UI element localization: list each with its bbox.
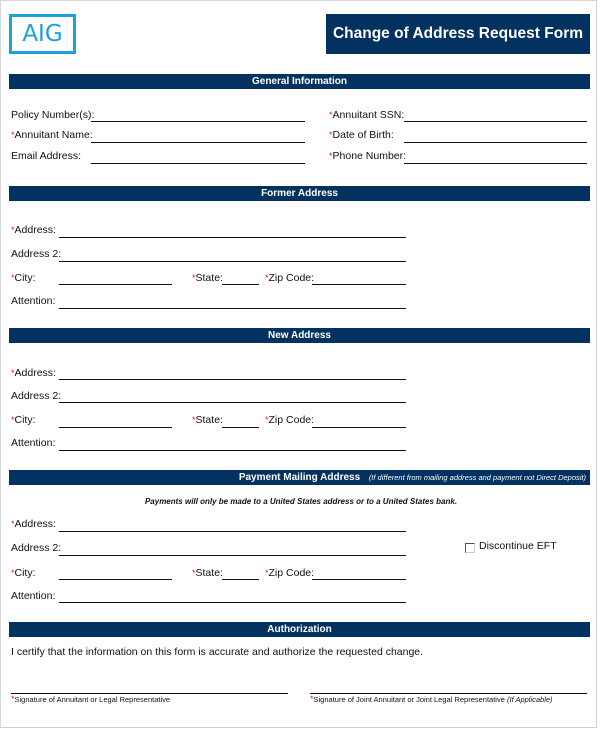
signature-joint-annuitant-label: *Signature of Joint Annuitant or Joint L…: [310, 694, 553, 704]
payment-notice: Payments will only be made to a United S…: [144, 497, 458, 506]
form-title: Change of Address Request Form: [326, 14, 590, 54]
payment-address-field[interactable]: [59, 531, 406, 532]
former-address-field[interactable]: [59, 237, 406, 238]
new-city-label: *City:: [11, 414, 36, 426]
former-city-label: *City:: [11, 272, 36, 284]
former-zip-label: *Zip Code:: [265, 272, 315, 284]
payment-address2-label: Address 2:: [11, 542, 62, 554]
former-zip-field[interactable]: [312, 284, 406, 285]
discontinue-eft-checkbox[interactable]: [465, 543, 475, 553]
former-address-label: *Address:: [11, 224, 56, 236]
policy-number-label: Policy Number(s):: [11, 109, 95, 121]
new-attention-field[interactable]: [59, 450, 406, 451]
new-attention-label: Attention:: [11, 437, 56, 449]
new-address2-field[interactable]: [59, 402, 406, 403]
date-of-birth-label: *Date of Birth:: [329, 129, 394, 141]
payment-state-field[interactable]: [222, 579, 259, 580]
new-address2-label: Address 2:: [11, 390, 62, 402]
discontinue-eft-label: Discontinue EFT: [479, 540, 557, 552]
payment-zip-label: *Zip Code:: [265, 567, 315, 579]
payment-state-label: *State:: [192, 567, 223, 579]
annuitant-ssn-field[interactable]: [404, 121, 587, 122]
new-city-field[interactable]: [59, 427, 172, 428]
payment-address2-field[interactable]: [59, 555, 406, 556]
payment-attention-label: Attention:: [11, 590, 56, 602]
former-state-field[interactable]: [222, 284, 259, 285]
phone-number-label: *Phone Number:: [329, 150, 407, 162]
new-address-field[interactable]: [59, 379, 406, 380]
policy-number-field[interactable]: [91, 121, 305, 122]
payment-heading-note: (If different from mailing address and p…: [368, 473, 586, 482]
former-address2-label: Address 2:: [11, 248, 62, 260]
phone-number-field[interactable]: [404, 163, 587, 164]
certification-statement: I certify that the information on this f…: [11, 646, 424, 658]
former-address2-field[interactable]: [59, 261, 406, 262]
former-attention-label: Attention:: [11, 295, 56, 307]
new-state-field[interactable]: [222, 427, 259, 428]
payment-zip-field[interactable]: [312, 579, 406, 580]
form-page: AIG Change of Address Request Form Gener…: [0, 0, 597, 728]
new-zip-label: *Zip Code:: [265, 414, 315, 426]
payment-city-field[interactable]: [59, 579, 172, 580]
new-address-label: *Address:: [11, 367, 56, 379]
payment-city-label: *City:: [11, 567, 36, 579]
section-header-general-information: General Information: [9, 74, 590, 89]
section-header-former-address: Former Address: [9, 186, 590, 201]
former-attention-field[interactable]: [59, 308, 406, 309]
email-address-label: Email Address:: [11, 150, 82, 162]
email-address-field[interactable]: [91, 163, 305, 164]
section-header-authorization: Authorization: [9, 622, 590, 637]
aig-logo: AIG: [9, 14, 76, 54]
annuitant-name-field[interactable]: [91, 142, 305, 143]
payment-address-label: *Address:: [11, 518, 56, 530]
section-header-new-address: New Address: [9, 328, 590, 343]
payment-attention-field[interactable]: [59, 602, 406, 603]
annuitant-ssn-label: *Annuitant SSN:: [329, 109, 405, 121]
signature-annuitant-label: *Signature of Annuitant or Legal Represe…: [11, 694, 171, 704]
former-city-field[interactable]: [59, 284, 172, 285]
new-state-label: *State:: [192, 414, 223, 426]
new-zip-field[interactable]: [312, 427, 406, 428]
former-state-label: *State:: [192, 272, 223, 284]
section-header-payment-mailing-address: Payment Mailing Address (If different fr…: [9, 470, 590, 485]
annuitant-name-label: *Annuitant Name:: [11, 129, 93, 141]
date-of-birth-field[interactable]: [404, 142, 587, 143]
